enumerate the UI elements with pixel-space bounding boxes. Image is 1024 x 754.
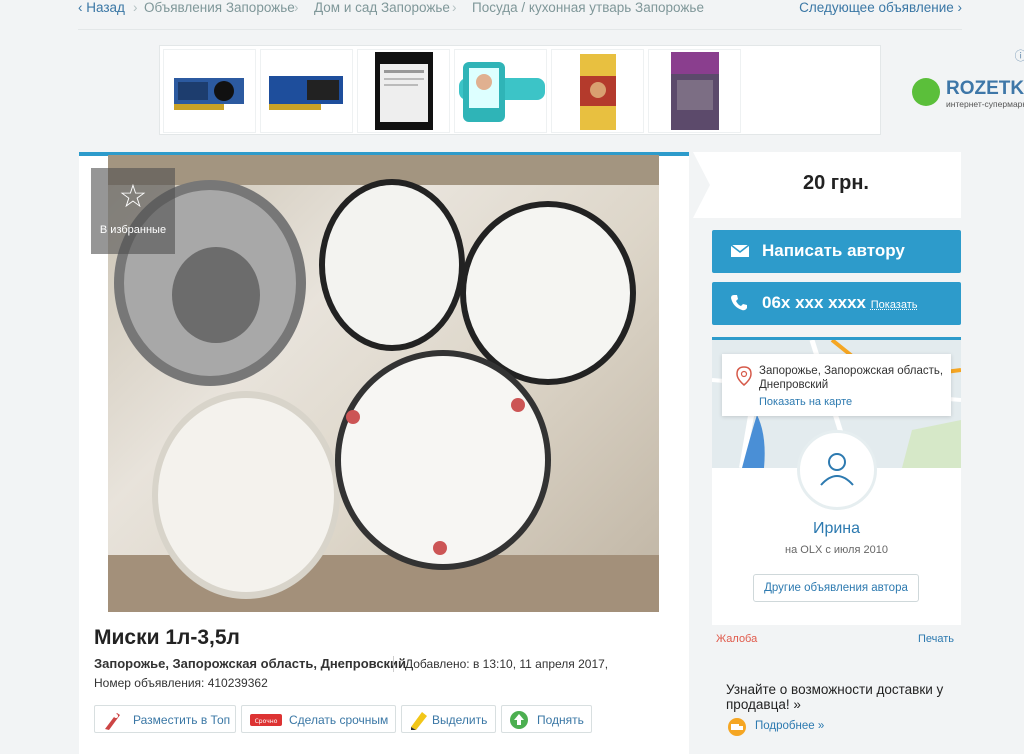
rocket-icon [101, 709, 123, 731]
phone-icon [730, 294, 750, 311]
bump-up-label: Поднять [537, 713, 584, 727]
delivery-more-link[interactable]: Подробнее » [755, 720, 824, 732]
promote-top-button[interactable]: Разместить в Топ [94, 705, 236, 733]
back-link[interactable]: ‹ Назад [78, 0, 125, 15]
ad-product-battery[interactable] [357, 49, 450, 133]
add-to-favorites-button[interactable]: ☆ В избранные [91, 168, 175, 254]
divider [393, 656, 394, 672]
rozetka-logo-icon [912, 78, 940, 106]
highlighter-icon [408, 709, 430, 731]
bump-up-button[interactable]: Поднять [501, 705, 592, 733]
highlight-button[interactable]: Выделить [401, 705, 496, 733]
delivery-promo-text[interactable]: Узнайте о возможности доставки у продавц… [726, 682, 956, 712]
ad-product-pet-food[interactable] [648, 49, 741, 133]
arrow-up-icon [508, 709, 530, 731]
phone-number-masked: 06x xxx xxxx [762, 293, 866, 312]
favorites-label: В избранные [99, 224, 167, 236]
message-author-label: Написать автору [762, 241, 905, 260]
ad-product-dog-food[interactable] [551, 49, 644, 133]
seller-card: Запорожье, Запорожская область, Днепровс… [712, 337, 961, 625]
chevron-right-icon: › [452, 0, 457, 15]
breadcrumb-item[interactable]: Посуда / кухонная утварь Запорожье [472, 0, 704, 15]
user-icon [820, 453, 854, 486]
show-phone-link[interactable]: Показать [871, 299, 918, 311]
ad-close-icon[interactable]: ⓘ ✕ [1015, 47, 1024, 64]
highlight-label: Выделить [432, 713, 488, 727]
seller-name[interactable]: Ирина [712, 520, 961, 538]
star-icon: ☆ [118, 178, 148, 214]
rozetka-brand: ROZETKA [946, 78, 1024, 99]
listing-title: Миски 1л-3,5л [94, 626, 240, 649]
chevron-right-icon: › [294, 0, 299, 15]
seller-since: на OLX с июля 2010 [785, 544, 888, 556]
svg-text:Срочно: Срочно [255, 718, 278, 725]
avatar[interactable] [797, 430, 877, 510]
complaint-link[interactable]: Жалоба [716, 633, 757, 645]
ad-banner[interactable]: ⓘ ✕ ROZETKA интернет-супермаркет [159, 45, 1024, 135]
ad-product-graphics-card[interactable] [163, 49, 256, 133]
listing-ad-number: Номер объявления: 410239362 [94, 676, 268, 690]
breadcrumb-item[interactable]: Дом и сад Запорожье [314, 0, 450, 15]
envelope-icon [730, 243, 750, 259]
next-ad-link[interactable]: Следующее объявление › [799, 0, 962, 15]
promote-top-label: Разместить в Топ [133, 713, 231, 727]
urgent-tag-icon: Срочно [248, 709, 284, 731]
ad-product-graphics-card[interactable] [260, 49, 353, 133]
price: 20 грн. [803, 172, 869, 194]
map-pin-icon [736, 366, 752, 386]
breadcrumb-item[interactable]: Объявления Запорожье [144, 0, 295, 15]
listing-photo[interactable] [108, 155, 659, 612]
chevron-right-icon: › [133, 0, 138, 15]
next-ad-label: Следующее объявление [799, 0, 954, 15]
show-on-map-link[interactable]: Показать на карте [759, 396, 852, 408]
delivery-truck-icon [726, 717, 748, 737]
message-author-button[interactable]: Написать автору [712, 230, 961, 273]
listing-added-date: Добавлено: в 13:10, 11 апреля 2017, [405, 657, 609, 671]
map-address-popup: Запорожье, Запорожская область, Днепровс… [722, 354, 951, 416]
other-ads-button[interactable]: Другие объявления автора [753, 574, 919, 602]
make-urgent-button[interactable]: Срочно Сделать срочным [241, 705, 396, 733]
listing-location[interactable]: Запорожье, Запорожская область, Днепровс… [94, 656, 406, 671]
phone-number: 06x xxx xxxx Показать [762, 293, 918, 313]
rozetka-ad[interactable]: ⓘ ✕ ROZETKA интернет-супермаркет [902, 46, 1024, 136]
ad-product-smartwatch[interactable] [454, 49, 547, 133]
phone-button[interactable]: 06x xxx xxxx Показать [712, 282, 961, 325]
rozetka-subtitle: интернет-супермаркет [946, 99, 1024, 109]
make-urgent-label: Сделать срочным [289, 713, 389, 727]
price-box: 20 грн. [693, 152, 961, 218]
seller-address: Запорожье, Запорожская область, Днепровс… [759, 365, 944, 391]
print-link[interactable]: Печать [918, 633, 954, 645]
back-link-label: Назад [86, 0, 125, 15]
breadcrumb: ‹ Назад › Объявления Запорожье › Дом и с… [78, 0, 962, 30]
